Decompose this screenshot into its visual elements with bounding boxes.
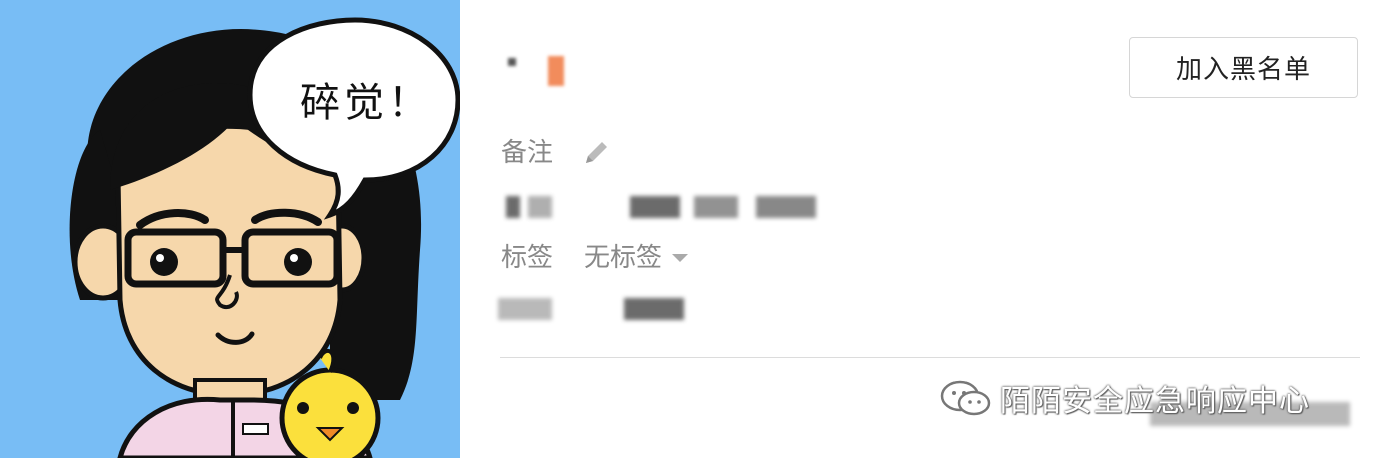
wechat-icon <box>940 380 991 416</box>
tags-label: 标签 <box>501 243 554 273</box>
redacted-info-row-2 <box>498 298 698 320</box>
nickname-redacted <box>500 52 580 88</box>
redacted-info-row-1 <box>506 196 816 218</box>
speech-bubble-text: 碎觉！ <box>300 80 432 126</box>
remark-label: 备注 <box>501 138 554 168</box>
watermark-text: 陌陌安全应急响应中心 <box>1000 384 1310 419</box>
tags-value: 无标签 <box>584 243 663 273</box>
profile-panel: 加入黑名单 备注 标签 无标签 陌陌安全应急响应中心 <box>460 0 1388 458</box>
caret-down-icon <box>672 253 689 262</box>
add-to-blacklist-button[interactable]: 加入黑名单 <box>1129 37 1358 98</box>
avatar-image: 碎觉！ <box>0 0 460 458</box>
divider <box>500 357 1360 358</box>
tags-dropdown[interactable]: 无标签 <box>584 237 689 274</box>
cartoon-avatar <box>0 0 460 458</box>
pencil-icon[interactable] <box>582 137 612 167</box>
watermark: 陌陌安全应急响应中心 <box>938 376 1310 420</box>
